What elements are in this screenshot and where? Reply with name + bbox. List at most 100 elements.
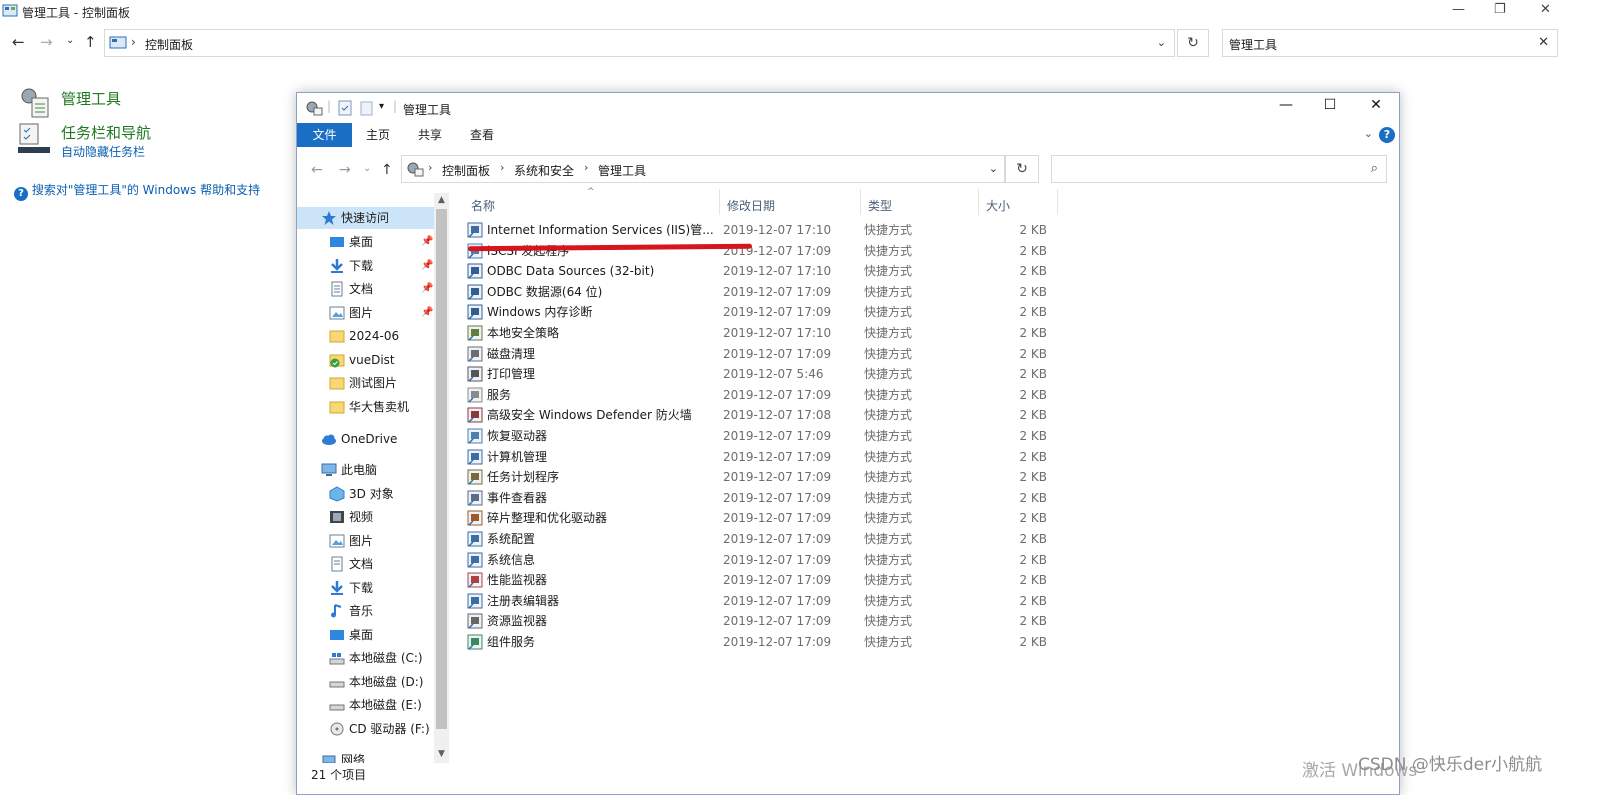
tab-share[interactable]: 共享 — [413, 123, 447, 147]
table-row[interactable]: 磁盘清理 2019-12-07 17:09 快捷方式 2 KB — [467, 344, 1067, 364]
nav-network[interactable]: 网络 — [321, 749, 434, 763]
table-row[interactable]: 系统配置 2019-12-07 17:09 快捷方式 2 KB — [467, 529, 1067, 549]
nav-item-drive-d[interactable]: 本地磁盘 (D:) — [329, 671, 434, 693]
scroll-up-icon[interactable]: ▲ — [434, 195, 449, 205]
chevron-down-icon[interactable]: ⌄ — [989, 162, 998, 175]
nav-item-documents[interactable]: 文档 — [329, 553, 434, 575]
table-row[interactable]: 系统信息 2019-12-07 17:09 快捷方式 2 KB — [467, 550, 1067, 570]
nav-quick-access[interactable]: 快速访问 — [297, 207, 434, 229]
chevron-right-icon[interactable]: › — [500, 161, 504, 174]
table-row[interactable]: 组件服务 2019-12-07 17:09 快捷方式 2 KB — [467, 632, 1067, 652]
tab-home[interactable]: 主页 — [361, 123, 395, 147]
nav-item-documents[interactable]: 文档 📌 — [329, 278, 434, 300]
table-row[interactable]: 高级安全 Windows Defender 防火墙 2019-12-07 17:0… — [467, 405, 1067, 425]
column-divider[interactable] — [978, 189, 979, 215]
properties-icon[interactable] — [337, 100, 353, 116]
pin-icon[interactable]: 📌 — [421, 255, 433, 277]
nav-item-drive-e[interactable]: 本地磁盘 (E:) — [329, 694, 434, 716]
expand-ribbon-icon[interactable]: ⌄ — [1364, 127, 1373, 140]
up-icon[interactable]: ↑ — [381, 162, 393, 178]
control-panel-address-bar[interactable]: › 控制面板 ⌄ — [104, 29, 1175, 57]
nav-item-folder[interactable]: 2024-06 — [329, 325, 434, 347]
clear-search-icon[interactable]: ✕ — [1538, 35, 1549, 50]
nav-item-downloads[interactable]: 下载 — [329, 577, 434, 599]
table-row[interactable]: 资源监视器 2019-12-07 17:09 快捷方式 2 KB — [467, 611, 1067, 631]
nav-item-desktop[interactable]: 桌面 — [329, 624, 434, 646]
column-divider[interactable] — [860, 189, 861, 215]
minimize-icon[interactable]: — — [1263, 97, 1309, 119]
table-row[interactable]: 任务计划程序 2019-12-07 17:09 快捷方式 2 KB — [467, 467, 1067, 487]
column-header-name[interactable]: 名称 — [471, 197, 495, 214]
nav-item-folder[interactable]: 测试图片 — [329, 372, 434, 394]
forward-icon[interactable]: → — [40, 33, 53, 51]
table-row[interactable]: 本地安全策略 2019-12-07 17:10 快捷方式 2 KB — [467, 323, 1067, 343]
close-icon[interactable]: ✕ — [1353, 97, 1399, 119]
chevron-down-icon[interactable]: ⌄ — [1157, 36, 1166, 49]
table-row[interactable]: 打印管理 2019-12-07 5:46 快捷方式 2 KB — [467, 364, 1067, 384]
recent-chevron-icon[interactable]: ⌄ — [363, 163, 371, 174]
pin-icon[interactable]: 📌 — [421, 231, 433, 253]
pin-icon[interactable]: 📌 — [421, 278, 433, 300]
nav-item-cd-drive[interactable]: CD 驱动器 (F:) — [329, 718, 434, 740]
explorer-address-bar[interactable]: › 控制面板 › 系统和安全 › 管理工具 ⌄ — [401, 155, 1005, 183]
nav-item-pictures[interactable]: 图片 📌 — [329, 302, 434, 324]
result-admin-tools-link[interactable]: 管理工具 — [61, 88, 121, 109]
scrollbar-thumb[interactable] — [436, 209, 447, 729]
control-panel-search-input[interactable]: 管理工具 ✕ — [1222, 29, 1558, 57]
maximize-icon[interactable]: ☐ — [1307, 97, 1353, 119]
breadcrumb-system-security[interactable]: 系统和安全 — [514, 162, 574, 179]
nav-this-pc[interactable]: 此电脑 — [321, 459, 434, 481]
minimize-icon[interactable]: — — [1452, 2, 1465, 17]
chevron-right-icon[interactable]: › — [584, 161, 588, 174]
close-icon[interactable]: ✕ — [1540, 2, 1551, 17]
table-row[interactable]: 事件查看器 2019-12-07 17:09 快捷方式 2 KB — [467, 488, 1067, 508]
nav-item-folder[interactable]: vueDist — [329, 349, 434, 371]
table-row[interactable]: 注册表编辑器 2019-12-07 17:09 快捷方式 2 KB — [467, 591, 1067, 611]
back-icon[interactable]: ← — [311, 162, 323, 178]
table-row[interactable]: iSCSI 发起程序2019-12-07 17:09快捷方式2 KB — [467, 241, 1067, 261]
help-link[interactable]: ? 搜索对"管理工具"的 Windows 帮助和支持 — [14, 181, 260, 201]
nav-item-3d-objects[interactable]: 3D 对象 — [329, 483, 434, 505]
scroll-down-icon[interactable]: ▼ — [434, 749, 449, 759]
column-divider[interactable] — [1057, 189, 1058, 215]
breadcrumb-admin-tools[interactable]: 管理工具 — [598, 162, 646, 179]
table-row[interactable]: 恢复驱动器 2019-12-07 17:09 快捷方式 2 KB — [467, 426, 1067, 446]
table-row[interactable]: 计算机管理 2019-12-07 17:09 快捷方式 2 KB — [467, 447, 1067, 467]
table-row[interactable]: ODBC Data Sources (32-bit) 2019-12-07 17:… — [467, 261, 1067, 281]
column-header-date[interactable]: 修改日期 — [727, 197, 775, 214]
nav-item-folder[interactable]: 华大售卖机 — [329, 396, 434, 418]
nav-onedrive[interactable]: OneDrive — [321, 428, 434, 450]
nav-item-music[interactable]: 音乐 — [329, 600, 434, 622]
nav-item-drive-c[interactable]: 本地磁盘 (C:) — [329, 647, 434, 669]
nav-item-downloads[interactable]: 下载 📌 — [329, 255, 434, 277]
restore-icon[interactable]: ❐ — [1494, 2, 1506, 17]
help-icon[interactable]: ? — [1379, 127, 1395, 143]
nav-item-desktop[interactable]: 桌面 📌 — [329, 231, 434, 253]
recent-chevron-icon[interactable]: ⌄ — [66, 35, 74, 46]
table-row[interactable]: Internet Information Services (IIS)管... 2… — [467, 220, 1067, 240]
table-row[interactable]: 性能监视器 2019-12-07 17:09 快捷方式 2 KB — [467, 570, 1067, 590]
nav-scrollbar[interactable]: ▲ ▼ — [434, 193, 449, 763]
breadcrumb-control-panel[interactable]: 控制面板 — [442, 162, 490, 179]
pin-icon[interactable]: 📌 — [421, 302, 433, 324]
table-row[interactable]: Windows 内存诊断 2019-12-07 17:09 快捷方式 2 KB — [467, 302, 1067, 322]
up-icon[interactable]: ↑ — [84, 33, 97, 51]
refresh-button[interactable]: ↻ — [1177, 29, 1209, 57]
column-divider[interactable] — [719, 189, 720, 215]
back-icon[interactable]: ← — [12, 33, 25, 51]
table-row[interactable]: 碎片整理和优化驱动器 2019-12-07 17:09 快捷方式 2 KB — [467, 508, 1067, 528]
nav-item-pictures[interactable]: 图片 — [329, 530, 434, 552]
tab-view[interactable]: 查看 — [465, 123, 499, 147]
column-header-type[interactable]: 类型 — [868, 197, 892, 214]
result-taskbar-link[interactable]: 任务栏和导航 — [61, 122, 151, 143]
tab-file[interactable]: 文件 — [297, 123, 352, 147]
explorer-search-input[interactable]: ⌕ — [1051, 155, 1387, 183]
table-row[interactable]: ODBC 数据源(64 位) 2019-12-07 17:09 快捷方式 2 KB — [467, 282, 1067, 302]
new-folder-icon[interactable] — [359, 100, 375, 116]
result-taskbar-sublink[interactable]: 自动隐藏任务栏 — [61, 143, 145, 160]
column-header-size[interactable]: 大小 — [986, 197, 1010, 214]
refresh-button[interactable]: ↻ — [1005, 155, 1039, 183]
forward-icon[interactable]: → — [339, 162, 351, 178]
table-row[interactable]: 服务 2019-12-07 17:09 快捷方式 2 KB — [467, 385, 1067, 405]
nav-item-video[interactable]: 视频 — [329, 506, 434, 528]
